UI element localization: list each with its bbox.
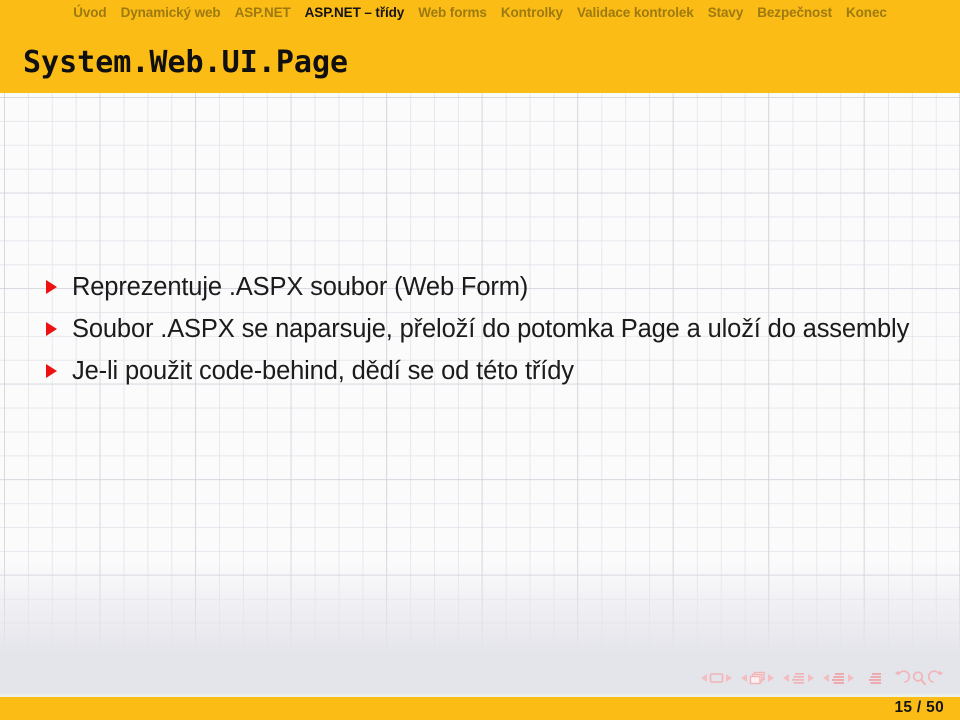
section-icon[interactable] (831, 671, 846, 686)
nav-item-kontrolky[interactable]: Kontrolky (494, 0, 570, 25)
bullet-triangle-icon (46, 311, 72, 336)
nav-item-uvod[interactable]: Úvod (66, 0, 113, 25)
nav-group-history (892, 670, 946, 686)
bullet-triangle-icon (46, 269, 72, 294)
nav-group-slide (701, 671, 732, 685)
prev-slide-icon[interactable] (701, 674, 707, 682)
nav-item-dynamicky-web[interactable]: Dynamický web (114, 0, 228, 25)
next-subsection-icon[interactable] (808, 674, 814, 682)
nav-group-subsection (783, 671, 814, 686)
nav-item-bezpecnost[interactable]: Bezpečnost (750, 0, 839, 25)
next-section-icon[interactable] (848, 674, 854, 682)
nav-item-asp-net-tridy[interactable]: ASP.NET – třídy (298, 0, 412, 25)
subsection-icon[interactable] (791, 671, 806, 686)
forward-icon[interactable] (928, 670, 946, 686)
appendix-icon[interactable] (868, 671, 883, 686)
nav-group-frame (741, 671, 774, 686)
bullet-triangle-icon (46, 353, 72, 378)
nav-item-validace-kontrolek[interactable]: Validace kontrolek (570, 0, 701, 25)
footer-bar (0, 697, 960, 720)
bullet-text: Je-li použit code-behind, dědí se od tét… (72, 357, 574, 385)
next-slide-icon[interactable] (726, 674, 732, 682)
next-frame-icon[interactable] (768, 674, 774, 682)
bullet-text: Reprezentuje .ASPX soubor (Web Form) (72, 273, 529, 301)
bullet-text: Soubor .ASPX se naparsuje, přeloží do po… (72, 315, 910, 343)
slide-title: System.Web.UI.Page (23, 45, 349, 80)
list-item: Soubor .ASPX se naparsuje, přeloží do po… (46, 311, 926, 347)
bullet-list: Reprezentuje .ASPX soubor (Web Form) Sou… (46, 269, 926, 395)
nav-item-stavy[interactable]: Stavy (701, 0, 751, 25)
prev-section-icon[interactable] (823, 674, 829, 682)
prev-frame-icon[interactable] (741, 674, 747, 682)
nav-group-section (823, 671, 854, 686)
nav-item-web-forms[interactable]: Web forms (411, 0, 494, 25)
search-icon[interactable] (911, 670, 927, 686)
prev-subsection-icon[interactable] (783, 674, 789, 682)
frame-icon[interactable] (749, 671, 766, 686)
nav-item-asp-net[interactable]: ASP.NET (228, 0, 298, 25)
nav-item-konec[interactable]: Konec (839, 0, 894, 25)
page-number: 15 / 50 (894, 699, 944, 716)
slide-icon[interactable] (709, 671, 724, 685)
beamer-navigation-symbols (701, 666, 946, 690)
list-item: Reprezentuje .ASPX soubor (Web Form) (46, 269, 926, 305)
top-navigation-bar: Úvod Dynamický web ASP.NET ASP.NET – tří… (0, 0, 960, 25)
slide-body: Reprezentuje .ASPX soubor (Web Form) Sou… (0, 93, 960, 659)
list-item: Je-li použit code-behind, dědí se od tét… (46, 353, 926, 389)
presentation-slide: Úvod Dynamický web ASP.NET ASP.NET – tří… (0, 0, 960, 720)
nav-group-appendix (868, 671, 883, 686)
back-icon[interactable] (892, 670, 910, 686)
